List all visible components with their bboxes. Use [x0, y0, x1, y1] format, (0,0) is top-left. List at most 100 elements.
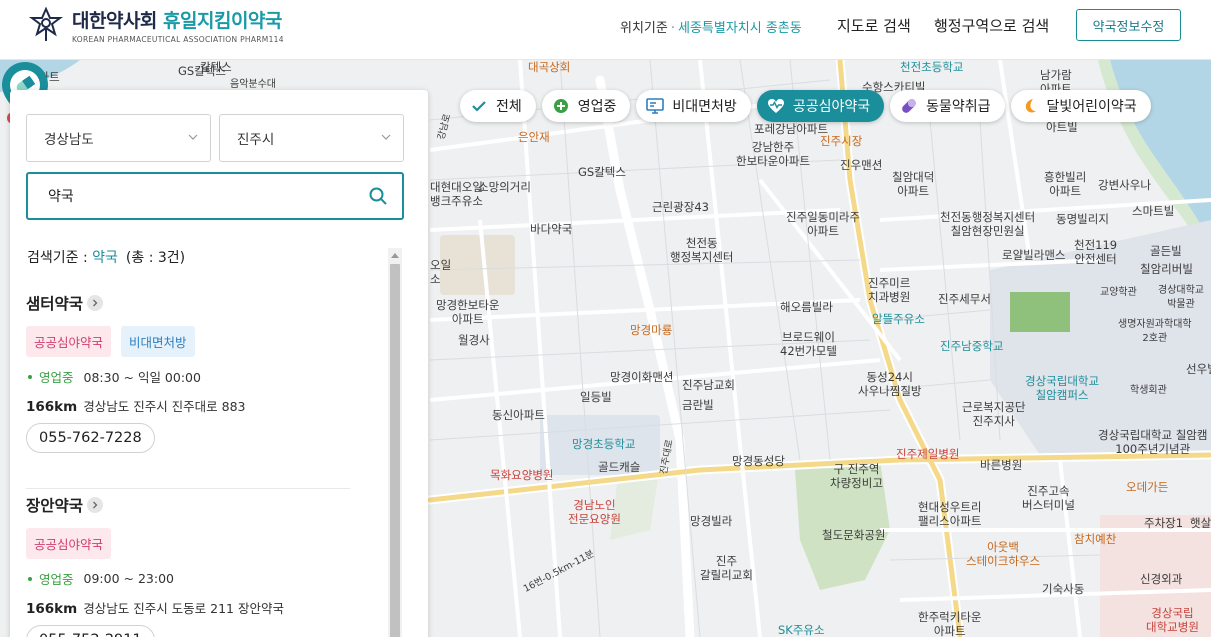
map-poi-label: 아트빌	[1046, 120, 1078, 134]
map-poi-label: 근로복지공단 진주지사	[962, 400, 1026, 428]
map-poi-label: 진주시장	[820, 134, 863, 148]
map-poi-label: 해오름빌라	[780, 300, 833, 314]
scroll-up-arrow-icon[interactable]	[388, 248, 402, 262]
map-poi-label: 금란빌	[682, 398, 714, 412]
map-poi-label: 생명자원과학대학 2호관	[1118, 319, 1192, 344]
province-select[interactable]: 경상남도	[26, 114, 211, 162]
map-poi-label: 월경사	[458, 333, 490, 347]
chevron-down-icon	[188, 134, 198, 140]
chevron-right-icon[interactable]	[87, 295, 104, 311]
map-poi-label: 기숙사동	[1042, 582, 1085, 596]
map-poi-label: 칼텍스	[200, 60, 232, 74]
map-poi-label: 칠암리버빌	[1140, 262, 1193, 276]
map-poi-label: 동성24시 사우나찜질방	[858, 370, 922, 398]
map-poi-label: 경남노인 전문요양원	[568, 498, 621, 526]
nav-map-search[interactable]: 지도로 검색	[837, 15, 911, 36]
phone-button[interactable]: 055-762-7228	[26, 423, 155, 453]
scroll-thumb[interactable]	[390, 264, 400, 637]
map-poi-label: 철도문화공원	[822, 528, 886, 542]
map-poi-label: 진주 갈릴리교회	[700, 554, 753, 582]
chip-all[interactable]: 전체	[460, 90, 536, 122]
chip-remote-prescription[interactable]: 비대면처방	[636, 90, 751, 122]
map-poi-label: 근린광장43	[652, 200, 709, 214]
map-poi-label: 스마트빌	[1132, 204, 1175, 218]
map-poi-label: 바다약국	[530, 222, 573, 236]
map-poi-label: 한주럭키타운 아파트	[918, 610, 982, 637]
map-poi-label: 현대성우트리 팰리스아파트	[918, 500, 982, 528]
map-poi-label: 로얄빌라맨스	[1002, 248, 1066, 262]
map-poi-label: 동명빌리지	[1056, 212, 1109, 226]
map-poi-label: 골드캐슬	[598, 460, 641, 474]
phone-button[interactable]: 055-752-2911	[26, 625, 155, 637]
chip-open-now[interactable]: 영업중	[541, 90, 631, 122]
monitor-icon	[646, 97, 665, 115]
chevron-right-icon[interactable]	[87, 497, 104, 513]
nav-admin-search[interactable]: 행정구역으로 검색	[934, 15, 1049, 36]
pharmacy-name[interactable]: 샘터약국	[26, 292, 83, 314]
chip-moonlight-children-pharmacy[interactable]: 달빛어린이약국	[1010, 90, 1151, 122]
map-poi-label: 강변사우나	[1098, 178, 1151, 192]
map-poi-label: 햇살	[1190, 516, 1211, 530]
chip-animal-medicine[interactable]: 동물약취급	[890, 90, 1005, 122]
map-poi-label: 참치예찬	[1074, 532, 1117, 546]
map-poi-label: 망경한보타운 아파트	[436, 298, 500, 326]
map-poi-label: 구 진주역 차량정비고	[830, 462, 883, 490]
map-poi-label: 신경외과	[1140, 572, 1183, 586]
tag-public-night: 공공심야약국	[26, 326, 112, 357]
map-poi-label: 브로드웨이 42번가모텔	[780, 330, 837, 358]
map-poi-label: 흥한빌리 아파트	[1044, 170, 1087, 198]
map-poi-label: 경상국립대학교 칠암캠 100주년기념관	[1098, 428, 1208, 456]
moon-icon	[1021, 97, 1039, 115]
map-poi-label: 천전119 안전센터	[1074, 238, 1118, 266]
business-hours: 영업중 09:00 ~ 23:00	[26, 569, 356, 588]
pharmacy-name[interactable]: 장안약국	[26, 494, 83, 516]
address: 166km 경상남도 진주시 진주대로 883	[26, 399, 246, 415]
logo-subtitle: KOREAN PHARMACEUTICAL ASSOCIATION PHARM1…	[72, 35, 284, 44]
address: 166km 경상남도 진주시 도동로 211 장안약국	[26, 601, 284, 617]
map-poi-label: 동신아파트	[492, 408, 545, 422]
map-poi-label: 일등빌	[580, 390, 612, 404]
status-dot	[28, 374, 32, 379]
map-poi-label: 진주제일병원	[896, 447, 960, 461]
result-summary: 검색기준 : 약국 (총 : 3건)	[27, 250, 186, 266]
location-indicator: 위치기준 · 세종특별자치시 종촌동	[620, 21, 802, 36]
search-icon[interactable]	[368, 186, 388, 206]
scrollbar[interactable]	[388, 248, 402, 637]
top-header: 대한약사회 휴일지킴이약국 KOREAN PHARMACEUTICAL ASSO…	[0, 0, 1211, 60]
map-poi-label: 천전동행정복지센터 칠암현장민원실	[940, 210, 1036, 238]
map-poi-label: 망경마룡	[630, 323, 673, 337]
map-poi-label: 경상대학교 박물관	[1158, 285, 1204, 310]
map-poi-label: 진주남중학교	[940, 339, 1004, 353]
logo-title: 대한약사회 휴일지킴이약국	[72, 10, 282, 32]
filter-chip-bar: 전체 영업중 비대면처방 공공심야약국 동물약취급 달빛어린이약국	[460, 90, 1151, 122]
map-poi-label: 아웃백 스테이크하우스	[966, 540, 1041, 568]
map-poi-label: 망경이화맨션	[610, 370, 674, 384]
tag-remote-prescription: 비대면처방	[121, 326, 195, 357]
map-poi-label: 진주고속 버스터미널	[1022, 484, 1075, 512]
edit-pharmacy-info-button[interactable]: 약국정보수정	[1076, 9, 1181, 41]
map-poi-label: 대곡상회	[528, 60, 571, 74]
map-poi-label: 소망의거리	[478, 180, 531, 194]
tag-public-night: 공공심야약국	[26, 528, 112, 559]
map-poi-label: 포레강남아파트	[754, 122, 829, 136]
heart-pulse-icon	[767, 97, 785, 115]
chip-public-night-pharmacy[interactable]: 공공심야약국	[756, 90, 885, 122]
business-hours: 영업중 08:30 ~ 익일 00:00	[26, 367, 356, 386]
map-poi-label: 대현대오일 뱅크주유소	[430, 180, 483, 208]
city-select[interactable]: 진주시	[219, 114, 404, 162]
map-poi-label: 진우맨션	[840, 158, 883, 172]
list-item[interactable]: 장안약국 공공심야약국 영업중 09:00 ~ 23:00 166km 경상남도 진…	[26, 494, 356, 637]
map-poi-label: SK주유소	[778, 623, 825, 637]
map-poi-label: 망경빌라	[690, 514, 733, 528]
map-poi-label: 망경동성당	[732, 454, 785, 468]
map-poi-label: 교양학관	[1100, 287, 1137, 298]
map-poi-label: 바른병원	[980, 458, 1023, 472]
map-poi-label: 목화요양병원	[490, 468, 554, 482]
map-poi-label: 진주세무서	[938, 292, 991, 306]
search-input[interactable]	[28, 174, 348, 218]
list-item[interactable]: 샘터약국 공공심야약국 비대면처방 영업중 08:30 ~ 익일 00:00 16…	[26, 292, 356, 453]
map-poi-label: 오일 소	[430, 258, 452, 286]
divider	[26, 488, 350, 489]
plus-circle-icon	[552, 97, 570, 115]
site-logo[interactable]: 대한약사회 휴일지킴이약국 KOREAN PHARMACEUTICAL ASSO…	[28, 6, 284, 44]
